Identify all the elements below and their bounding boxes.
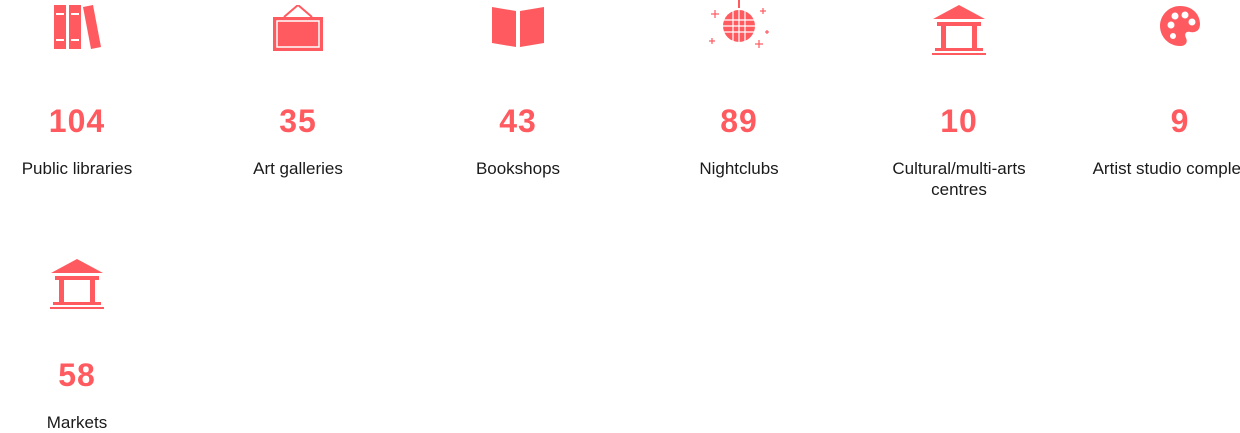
stat-value: 43 [499, 103, 537, 139]
stat-value: 89 [720, 103, 758, 139]
stat-label: Artist studio complexes [1092, 159, 1240, 178]
stat-label: Bookshops [475, 159, 561, 178]
stat-value: 9 [1170, 103, 1190, 139]
stat-value: 35 [279, 103, 317, 139]
stat-nightclubs: 89 Nightclubs [649, 0, 829, 195]
stat-value: 58 [58, 357, 96, 393]
stat-artist-studios: 9 Artist studio complexes [1090, 5, 1240, 205]
stat-bookshops: 43 Bookshops [428, 5, 608, 195]
stat-value: 104 [48, 103, 106, 139]
stat-public-libraries: 104 Public libraries [0, 5, 167, 195]
stat-label: Nightclubs [699, 159, 779, 178]
open-book-icon [490, 5, 546, 49]
books-icon [52, 5, 102, 51]
disco-ball-icon [707, 0, 771, 52]
palette-icon [1159, 5, 1201, 47]
stat-label: Markets [46, 413, 108, 432]
stat-value: 10 [940, 103, 978, 139]
stat-cultural-centres: 10 Cultural/multi-arts centres [869, 5, 1049, 205]
building-columns-icon [931, 5, 987, 55]
stat-label: Art galleries [253, 159, 343, 178]
stat-label: Cultural/multi-arts centres [892, 159, 1026, 199]
stat-art-galleries: 35 Art galleries [208, 5, 388, 195]
stat-label: Public libraries [21, 159, 133, 178]
picture-frame-icon [272, 5, 324, 51]
stat-markets: 58 Markets [0, 259, 167, 432]
building-columns-icon [49, 259, 105, 309]
